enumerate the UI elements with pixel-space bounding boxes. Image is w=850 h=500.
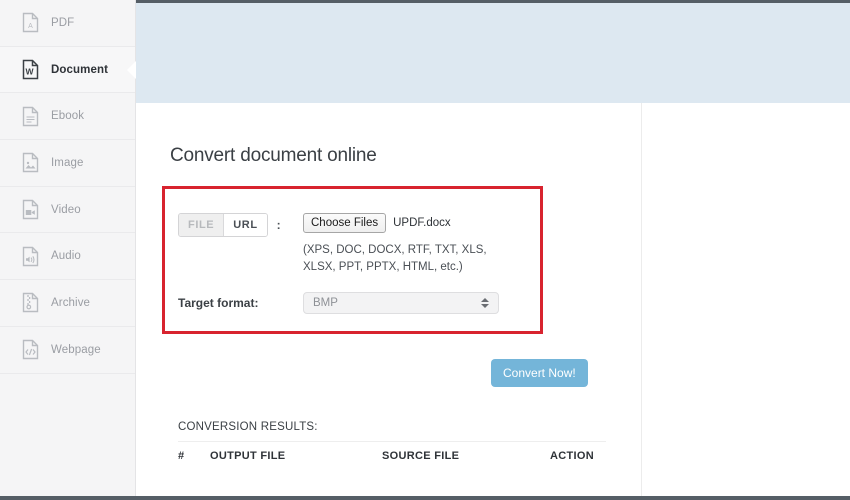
selected-file-name: UPDF.docx bbox=[393, 217, 451, 229]
audio-file-icon bbox=[22, 246, 39, 267]
tab-file[interactable]: FILE bbox=[179, 214, 225, 236]
window-bottom-bar bbox=[0, 496, 850, 500]
sidebar-item-label: PDF bbox=[51, 16, 75, 29]
column-header-output-file: OUTPUT FILE bbox=[210, 450, 286, 462]
file-picker: Choose Files UPDF.docx bbox=[303, 213, 451, 233]
sidebar-item-label: Document bbox=[51, 63, 109, 76]
image-file-icon bbox=[22, 152, 39, 173]
choose-files-button[interactable]: Choose Files bbox=[303, 213, 387, 233]
sidebar-item-image[interactable]: Image bbox=[0, 140, 135, 187]
source-type-row: FILE URL : bbox=[178, 213, 281, 237]
source-type-tabs: FILE URL bbox=[178, 213, 268, 237]
category-sidebar: A PDF W Document Ebook Image Video Audio… bbox=[0, 0, 136, 500]
sidebar-item-audio[interactable]: Audio bbox=[0, 233, 135, 281]
page-title: Convert document online bbox=[170, 145, 377, 166]
svg-text:W: W bbox=[25, 67, 34, 77]
supported-formats-hint: (XPS, DOC, DOCX, RTF, TXT, XLS, XLSX, PP… bbox=[303, 244, 487, 273]
sidebar-item-label: Video bbox=[51, 203, 81, 216]
conversion-results-table: # OUTPUT FILE SOURCE FILE ACTION bbox=[178, 441, 606, 462]
tab-url[interactable]: URL bbox=[224, 214, 267, 236]
target-format-label: Target format: bbox=[178, 296, 259, 310]
convert-now-button[interactable]: Convert Now! bbox=[491, 359, 588, 387]
top-banner bbox=[136, 3, 850, 103]
column-header-index: # bbox=[178, 450, 185, 462]
archive-file-icon bbox=[22, 292, 39, 313]
svg-text:A: A bbox=[28, 23, 33, 30]
sidebar-item-archive[interactable]: Archive bbox=[0, 280, 135, 327]
table-header-row: # OUTPUT FILE SOURCE FILE ACTION bbox=[178, 441, 606, 462]
app-window: A PDF W Document Ebook Image Video Audio… bbox=[0, 0, 850, 500]
target-format-select[interactable]: BMP bbox=[303, 292, 499, 314]
sidebar-item-label: Image bbox=[51, 156, 84, 169]
sidebar-item-label: Ebook bbox=[51, 110, 85, 123]
page-body: Convert document online FILE URL : Choos… bbox=[136, 103, 850, 496]
word-document-icon: W bbox=[22, 59, 39, 80]
ebook-file-icon bbox=[22, 106, 39, 127]
sidebar-item-document[interactable]: W Document bbox=[0, 46, 136, 94]
source-type-colon: : bbox=[276, 218, 281, 232]
sidebar-item-label: Archive bbox=[51, 296, 91, 309]
target-format-value: BMP bbox=[313, 297, 338, 309]
sidebar-item-pdf[interactable]: A PDF bbox=[0, 0, 135, 47]
sidebar-item-label: Audio bbox=[51, 250, 81, 263]
video-file-icon bbox=[22, 199, 39, 220]
column-header-action: ACTION bbox=[550, 450, 594, 462]
stepper-arrows-icon bbox=[481, 298, 489, 308]
main-content: Convert document online FILE URL : Choos… bbox=[136, 103, 642, 496]
right-sidebar-pane bbox=[643, 103, 850, 496]
sidebar-item-video[interactable]: Video bbox=[0, 187, 135, 234]
sidebar-item-webpage[interactable]: Webpage bbox=[0, 327, 135, 374]
sidebar-item-ebook[interactable]: Ebook bbox=[0, 93, 135, 141]
conversion-results-heading: CONVERSION RESULTS: bbox=[178, 421, 318, 433]
pdf-file-icon: A bbox=[22, 12, 39, 33]
column-header-source-file: SOURCE FILE bbox=[382, 450, 460, 462]
webpage-file-icon bbox=[22, 339, 39, 360]
chevron-left-icon bbox=[127, 60, 136, 79]
conversion-form: FILE URL : Choose Files UPDF.docx (XPS, … bbox=[162, 186, 543, 334]
sidebar-item-label: Webpage bbox=[51, 343, 101, 356]
target-format-row: Target format: BMP bbox=[178, 292, 528, 314]
